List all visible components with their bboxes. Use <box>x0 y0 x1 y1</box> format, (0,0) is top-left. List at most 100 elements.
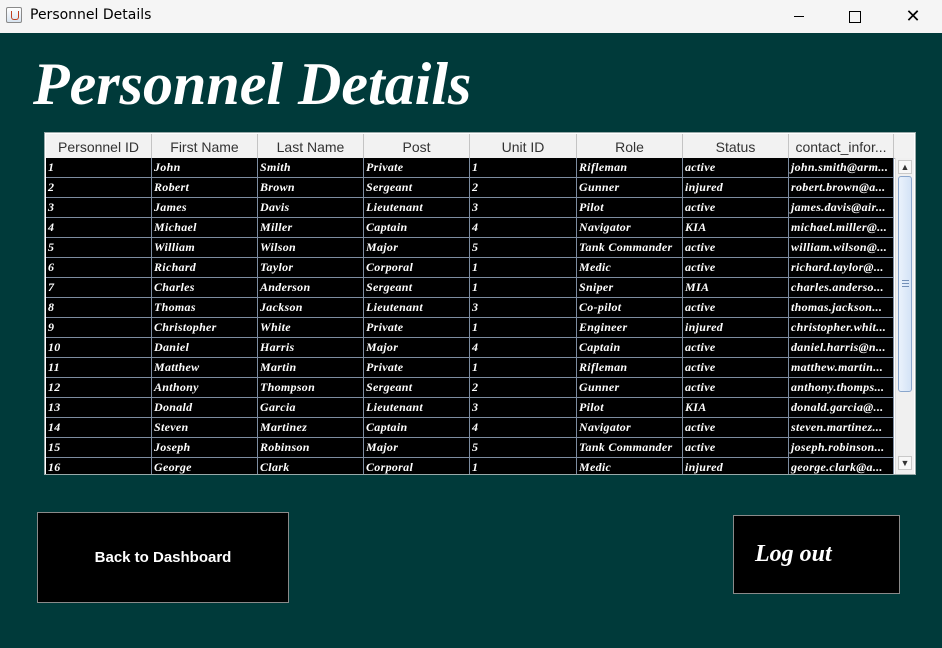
table-row[interactable]: 6 Richard Taylor Corporal 1 Medic active richar… <box>46 258 894 278</box>
cell-first-name[interactable]: Anthony <box>152 378 258 398</box>
table-row[interactable]: 11 Matthew Martin Private 1 Rifleman active mat… <box>46 358 894 378</box>
column-header-status[interactable]: Status <box>683 134 789 158</box>
cell-post[interactable]: Lieutenant <box>364 398 470 418</box>
cell-first-name[interactable]: Joseph <box>152 438 258 458</box>
cell-contact-info[interactable]: john.smith@arm... <box>789 158 894 178</box>
cell-status[interactable]: injured <box>683 318 789 338</box>
cell-role[interactable]: Co-pilot <box>577 298 683 318</box>
logout-button[interactable]: Log out <box>733 515 900 594</box>
cell-unit-id[interactable]: 3 <box>470 298 577 318</box>
cell-post[interactable]: Major <box>364 438 470 458</box>
cell-personnel-id[interactable]: 7 <box>46 278 152 298</box>
cell-post[interactable]: Sergeant <box>364 378 470 398</box>
column-header-role[interactable]: Role <box>577 134 683 158</box>
cell-last-name[interactable]: Taylor <box>258 258 364 278</box>
cell-status[interactable]: MIA <box>683 278 789 298</box>
scrollbar-thumb[interactable] <box>898 176 912 392</box>
cell-unit-id[interactable]: 5 <box>470 238 577 258</box>
cell-first-name[interactable]: Charles <box>152 278 258 298</box>
table-row[interactable]: 9 Christopher White Private 1 Engineer injured… <box>46 318 894 338</box>
cell-contact-info[interactable]: daniel.harris@n... <box>789 338 894 358</box>
cell-last-name[interactable]: Harris <box>258 338 364 358</box>
cell-first-name[interactable]: William <box>152 238 258 258</box>
cell-contact-info[interactable]: michael.miller@... <box>789 218 894 238</box>
cell-last-name[interactable]: Davis <box>258 198 364 218</box>
cell-first-name[interactable]: Christopher <box>152 318 258 338</box>
cell-status[interactable]: injured <box>683 458 789 474</box>
cell-personnel-id[interactable]: 10 <box>46 338 152 358</box>
cell-last-name[interactable]: Wilson <box>258 238 364 258</box>
cell-last-name[interactable]: Clark <box>258 458 364 474</box>
cell-contact-info[interactable]: richard.taylor@... <box>789 258 894 278</box>
cell-last-name[interactable]: Robinson <box>258 438 364 458</box>
cell-personnel-id[interactable]: 9 <box>46 318 152 338</box>
cell-role[interactable]: Medic <box>577 258 683 278</box>
cell-unit-id[interactable]: 2 <box>470 178 577 198</box>
cell-first-name[interactable]: John <box>152 158 258 178</box>
cell-unit-id[interactable]: 4 <box>470 418 577 438</box>
column-header-contact-info[interactable]: contact_infor... <box>789 134 894 158</box>
cell-unit-id[interactable]: 5 <box>470 438 577 458</box>
cell-last-name[interactable]: Jackson <box>258 298 364 318</box>
cell-post[interactable]: Major <box>364 338 470 358</box>
cell-status[interactable]: active <box>683 438 789 458</box>
cell-first-name[interactable]: Robert <box>152 178 258 198</box>
cell-personnel-id[interactable]: 6 <box>46 258 152 278</box>
table-row[interactable]: 15 Joseph Robinson Major 5 Tank Commander acti… <box>46 438 894 458</box>
cell-role[interactable]: Pilot <box>577 198 683 218</box>
cell-role[interactable]: Rifleman <box>577 158 683 178</box>
cell-last-name[interactable]: White <box>258 318 364 338</box>
cell-post[interactable]: Corporal <box>364 258 470 278</box>
table-row[interactable]: 16 George Clark Corporal 1 Medic injured george… <box>46 458 894 474</box>
cell-contact-info[interactable]: robert.brown@a... <box>789 178 894 198</box>
table-row[interactable]: 3 James Davis Lieutenant 3 Pilot active james.d… <box>46 198 894 218</box>
cell-status[interactable]: active <box>683 378 789 398</box>
cell-first-name[interactable]: Richard <box>152 258 258 278</box>
cell-role[interactable]: Navigator <box>577 418 683 438</box>
cell-role[interactable]: Medic <box>577 458 683 474</box>
cell-status[interactable]: active <box>683 238 789 258</box>
cell-role[interactable]: Gunner <box>577 178 683 198</box>
cell-post[interactable]: Corporal <box>364 458 470 474</box>
cell-contact-info[interactable]: donald.garcia@... <box>789 398 894 418</box>
cell-personnel-id[interactable]: 15 <box>46 438 152 458</box>
cell-personnel-id[interactable]: 5 <box>46 238 152 258</box>
cell-status[interactable]: active <box>683 258 789 278</box>
cell-last-name[interactable]: Martin <box>258 358 364 378</box>
cell-first-name[interactable]: Donald <box>152 398 258 418</box>
cell-first-name[interactable]: James <box>152 198 258 218</box>
cell-last-name[interactable]: Brown <box>258 178 364 198</box>
table-row[interactable]: 2 Robert Brown Sergeant 2 Gunner injured robert… <box>46 178 894 198</box>
cell-unit-id[interactable]: 2 <box>470 378 577 398</box>
cell-contact-info[interactable]: joseph.robinson... <box>789 438 894 458</box>
cell-personnel-id[interactable]: 1 <box>46 158 152 178</box>
cell-unit-id[interactable]: 1 <box>470 318 577 338</box>
cell-unit-id[interactable]: 4 <box>470 338 577 358</box>
table-row[interactable]: 4 Michael Miller Captain 4 Navigator KIA michae… <box>46 218 894 238</box>
column-header-last-name[interactable]: Last Name <box>258 134 364 158</box>
table-row[interactable]: 10 Daniel Harris Major 4 Captain active daniel.… <box>46 338 894 358</box>
vertical-scrollbar[interactable]: ▲ ▼ <box>895 158 914 474</box>
cell-last-name[interactable]: Martinez <box>258 418 364 438</box>
cell-post[interactable]: Major <box>364 238 470 258</box>
scroll-up-icon[interactable]: ▲ <box>898 160 912 174</box>
scroll-down-icon[interactable]: ▼ <box>898 456 912 470</box>
cell-contact-info[interactable]: christopher.whit... <box>789 318 894 338</box>
cell-unit-id[interactable]: 4 <box>470 218 577 238</box>
cell-status[interactable]: active <box>683 198 789 218</box>
cell-last-name[interactable]: Anderson <box>258 278 364 298</box>
cell-contact-info[interactable]: george.clark@a... <box>789 458 894 474</box>
cell-contact-info[interactable]: charles.anderso... <box>789 278 894 298</box>
back-to-dashboard-button[interactable]: Back to Dashboard <box>37 512 289 603</box>
cell-last-name[interactable]: Smith <box>258 158 364 178</box>
cell-last-name[interactable]: Garcia <box>258 398 364 418</box>
maximize-button[interactable] <box>832 0 878 33</box>
cell-status[interactable]: active <box>683 298 789 318</box>
cell-unit-id[interactable]: 1 <box>470 158 577 178</box>
cell-unit-id[interactable]: 3 <box>470 198 577 218</box>
cell-role[interactable]: Rifleman <box>577 358 683 378</box>
cell-first-name[interactable]: Michael <box>152 218 258 238</box>
cell-contact-info[interactable]: anthony.thomps... <box>789 378 894 398</box>
cell-post[interactable]: Sergeant <box>364 178 470 198</box>
cell-unit-id[interactable]: 1 <box>470 458 577 474</box>
